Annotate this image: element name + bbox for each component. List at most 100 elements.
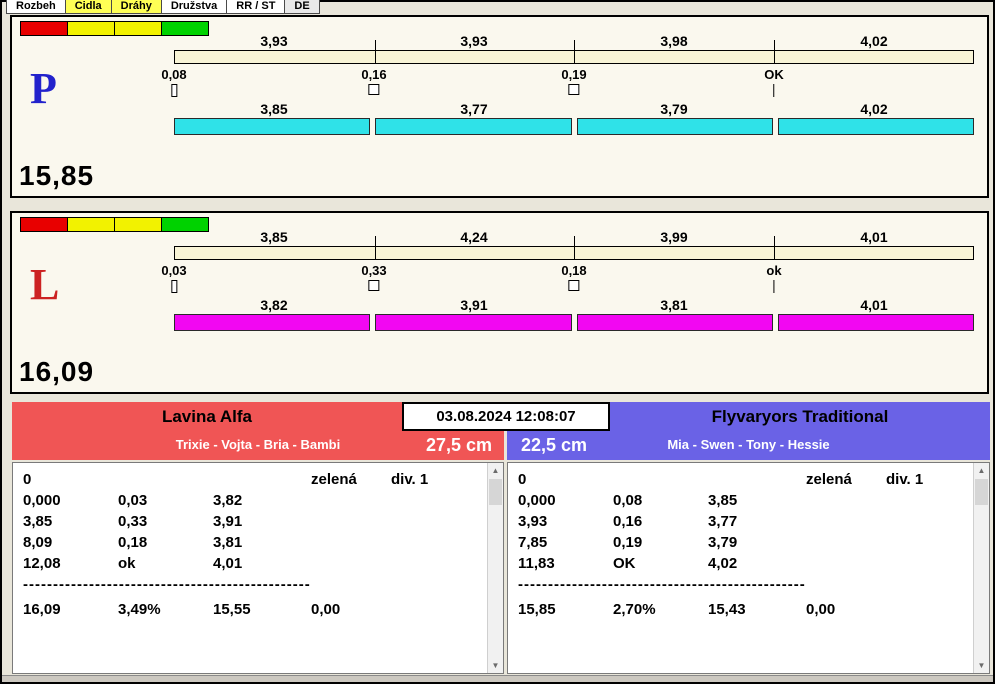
tick-mark	[574, 236, 575, 260]
result-row: 3,93 0,16 3,77	[508, 513, 972, 534]
result-cell: ok	[118, 555, 136, 572]
delta-label: 0,33	[361, 263, 387, 278]
result-cell: 3,77	[708, 513, 738, 530]
lane-total-time: 15,85	[19, 160, 95, 191]
scrollbar[interactable]: ▲ ▼	[487, 463, 503, 673]
results-list-right[interactable]: 0 zelená div. 1 0,000 0,08 3,85 3,93 0,1…	[507, 462, 990, 674]
scroll-thumb[interactable]	[975, 479, 988, 505]
scrollbar[interactable]: ▲ ▼	[973, 463, 989, 673]
tab-bar: Rozbeh Cidla Dráhy Družstva RR / ST DE	[6, 0, 320, 15]
scroll-down-icon[interactable]: ▼	[974, 658, 989, 673]
scroll-up-icon[interactable]: ▲	[974, 463, 989, 478]
split-top-label: 4,01	[860, 229, 888, 245]
lane-bar-segment	[777, 314, 974, 331]
scroll-thumb[interactable]	[489, 479, 502, 505]
delta-item: OK	[764, 67, 784, 97]
result-row: 0 zelená div. 1	[508, 471, 972, 492]
summary-penalty: 0,00	[311, 601, 341, 618]
start-light-yellow1	[67, 21, 115, 36]
tab-rr-st[interactable]: RR / ST	[226, 0, 286, 14]
result-cell: 3,85	[23, 513, 53, 530]
lane-bar-segment	[174, 118, 371, 135]
summary-total: 16,09	[23, 601, 61, 618]
lane-bar-segment	[576, 314, 773, 331]
split-top-label: 4,02	[860, 33, 888, 49]
splits-bottom-row: 3,82 3,91 3,81 4,01	[174, 297, 974, 313]
jump-height: 27,5 cm	[425, 435, 492, 455]
results-list-left[interactable]: 0 zelená div. 1 0,000 0,03 3,82 3,85 0,3…	[12, 462, 504, 674]
results-rows: 0 zelená div. 1 0,000 0,03 3,82 3,85 0,3…	[13, 471, 486, 673]
reference-bar	[174, 236, 974, 260]
tab-rozbeh[interactable]: Rozbeh	[6, 0, 66, 14]
team-name: Flyvaryors Traditional	[711, 407, 889, 426]
result-cell: 3,79	[708, 534, 738, 551]
summary-penalty: 0,00	[806, 601, 836, 618]
result-cell: 0	[23, 471, 32, 488]
lane-bar-segment	[777, 118, 974, 135]
separator-row: ----------------------------------------…	[13, 576, 486, 597]
lane-bar-segment	[174, 314, 371, 331]
separator-row: ----------------------------------------…	[508, 576, 972, 597]
split-top-label: 4,24	[460, 229, 488, 245]
lane-progress-bars	[174, 118, 974, 135]
tab-druzstva[interactable]: Družstva	[160, 0, 228, 14]
result-cell: 8,09	[23, 534, 53, 551]
tick-mark	[374, 236, 376, 260]
summary-net-time: 15,55	[213, 601, 251, 618]
split-top-label: 3,98	[660, 33, 688, 49]
tick-mark	[773, 236, 775, 260]
result-cell: 0,03	[118, 492, 148, 509]
split-bottom-label: 3,91	[460, 297, 488, 313]
result-cell: 4,02	[708, 555, 738, 572]
lane-total-time: 16,09	[19, 356, 95, 387]
delta-label: 0,16	[361, 67, 387, 82]
delta-marker-icon	[568, 84, 580, 95]
summary-total: 15,85	[518, 601, 556, 618]
result-cell: OK	[613, 555, 636, 572]
lane-panel-left: 3,85 4,24 3,99 4,01 0,03 0,33 0,18 ok 3,…	[10, 211, 989, 394]
lane-panel-right: 3,93 3,93 3,98 4,02 0,08 0,16 0,19 OK 3,…	[10, 15, 989, 198]
summary-row: 16,09 3,49% 15,55 0,00	[13, 601, 486, 622]
result-cell: 0,18	[118, 534, 148, 551]
result-cell: zelená	[311, 471, 357, 488]
split-bottom-label: 3,79	[660, 101, 688, 117]
result-cell: div. 1	[886, 471, 924, 488]
result-cell: 4,01	[213, 555, 243, 572]
result-row: 8,09 0,18 3,81	[13, 534, 486, 555]
tick-mark	[374, 40, 376, 64]
result-cell: 12,08	[23, 555, 61, 572]
jump-height: 22,5 cm	[521, 435, 588, 455]
reference-bar	[174, 40, 974, 64]
lane-bar-segment	[375, 118, 572, 135]
delta-label: 0,19	[561, 67, 587, 82]
result-cell: 0,33	[118, 513, 148, 530]
delta-item: 0,33	[361, 263, 387, 291]
result-cell: 0	[518, 471, 527, 488]
result-row: 0,000 0,03 3,82	[13, 492, 486, 513]
result-cell: 0,08	[613, 492, 643, 509]
result-cell: 11,83	[518, 555, 555, 572]
start-light-yellow2	[114, 217, 162, 232]
split-top-label: 3,85	[260, 229, 288, 245]
result-row: 0,000 0,08 3,85	[508, 492, 972, 513]
result-cell: 3,93	[518, 513, 548, 530]
team-name: Lavina Alfa	[161, 407, 253, 426]
split-bottom-label: 4,02	[860, 101, 888, 117]
tab-de[interactable]: DE	[284, 0, 320, 14]
delta-marker-icon	[773, 280, 775, 293]
summary-net-time: 15,43	[708, 601, 746, 618]
split-bottom-label: 3,77	[460, 101, 488, 117]
scroll-down-icon[interactable]: ▼	[488, 658, 503, 673]
tab-drahy[interactable]: Dráhy	[110, 0, 162, 14]
split-top-label: 3,93	[460, 33, 488, 49]
result-cell: zelená	[806, 471, 852, 488]
tick-mark	[574, 40, 575, 64]
tab-cidla[interactable]: Cidla	[64, 0, 112, 14]
results-rows: 0 zelená div. 1 0,000 0,08 3,85 3,93 0,1…	[508, 471, 972, 673]
flyball-timing-window: { "tabs": [ { "label": "Rozbeh", "bg": "…	[0, 0, 995, 684]
result-cell: 3,91	[213, 513, 243, 530]
delta-marker-icon	[568, 280, 580, 291]
scroll-up-icon[interactable]: ▲	[488, 463, 503, 478]
result-row: 3,85 0,33 3,91	[13, 513, 486, 534]
result-cell: 0,19	[613, 534, 643, 551]
